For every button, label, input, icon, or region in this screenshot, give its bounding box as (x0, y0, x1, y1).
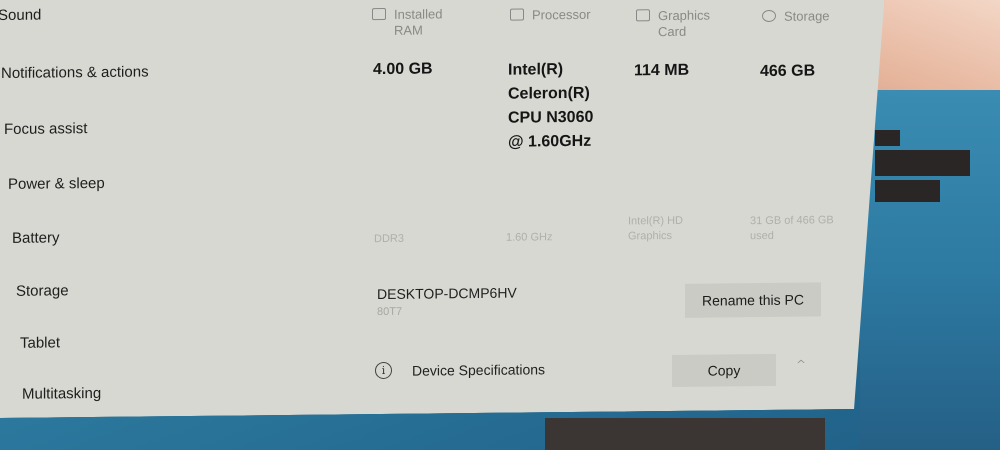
rename-pc-button[interactable]: Rename this PC (685, 282, 821, 317)
wallpaper-pier (875, 180, 940, 202)
spec-processor-value: Intel(R) Celeron(R) CPU N3060 @ 1.60GHz (508, 61, 594, 151)
sidebar-item-multitasking[interactable]: Multitasking (22, 385, 101, 403)
info-icon: i (375, 362, 392, 379)
spec-ram-type: DDR3 (374, 232, 404, 246)
wallpaper-pier (875, 150, 970, 176)
sidebar-item-sound[interactable]: Sound (0, 7, 41, 24)
spec-processor-heading: Processor (510, 7, 612, 24)
spec-ram-value: 4.00 GB (373, 60, 433, 79)
sidebar-item-storage[interactable]: Storage (16, 282, 69, 300)
device-specifications-header[interactable]: i Device Specifications (375, 360, 545, 379)
sidebar-item-label: Tablet (20, 334, 61, 352)
spec-processor-speed: 1.60 GHz (506, 231, 553, 244)
processor-icon (510, 9, 524, 21)
sidebar-item-focus-assist[interactable]: Focus assist (4, 120, 87, 138)
sidebar-item-label: Multitasking (22, 384, 102, 403)
sidebar-item-label: Sound (0, 6, 42, 25)
device-name: DESKTOP-DCMP6HV (377, 284, 517, 303)
chevron-up-icon[interactable]: ^ (796, 358, 806, 372)
sidebar-item-tablet[interactable]: Tablet (20, 334, 60, 351)
spec-storage-usage: 31 GB of 466 GB used (750, 214, 834, 243)
copy-button[interactable]: Copy (672, 354, 776, 387)
storage-icon (762, 10, 776, 22)
spec-storage-value: 466 GB (760, 62, 816, 81)
sidebar-item-power-sleep[interactable]: Power & sleep (8, 175, 105, 193)
sidebar-item-label: Power & sleep (8, 174, 105, 193)
sidebar-item-label: Battery (12, 229, 60, 247)
sidebar-item-battery[interactable]: Battery (12, 229, 60, 246)
spec-graphics-name: Intel(R) HD Graphics (628, 214, 684, 243)
device-specifications-label: Device Specifications (412, 360, 546, 379)
spec-storage-heading: Storage (762, 8, 854, 25)
sidebar-item-label: Storage (16, 282, 69, 300)
ram-icon (372, 8, 386, 20)
wallpaper-pier (875, 130, 900, 146)
spec-graphics-heading: Graphics Card (636, 8, 716, 41)
sidebar-item-label: Notifications & actions (1, 63, 149, 82)
device-model: 80T7 (377, 305, 403, 319)
spec-ram-heading: Installed RAM (372, 6, 454, 39)
sidebar-item-label: Focus assist (4, 120, 88, 138)
spec-graphics-value: 114 MB (634, 61, 690, 80)
sidebar-item-notifications[interactable]: Notifications & actions (1, 63, 149, 82)
wallpaper-pier (545, 418, 825, 450)
graphics-card-icon (636, 9, 650, 21)
settings-window: Sound Notifications & actions Focus assi… (0, 0, 885, 418)
